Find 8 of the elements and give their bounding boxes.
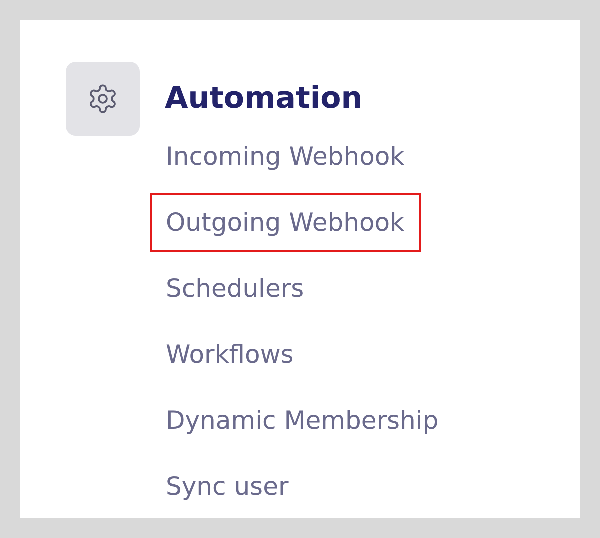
settings-icon [87, 83, 119, 115]
menu-link[interactable]: Sync user [150, 457, 305, 516]
menu-link[interactable]: Workflows [150, 325, 310, 384]
menu-link[interactable]: Schedulers [150, 259, 320, 318]
menu-link[interactable]: Outgoing Webhook [150, 193, 421, 252]
menu-link[interactable]: Incoming Webhook [150, 127, 421, 186]
menu-link[interactable]: Dynamic Membership [150, 391, 455, 450]
section-title: Automation [165, 80, 364, 118]
